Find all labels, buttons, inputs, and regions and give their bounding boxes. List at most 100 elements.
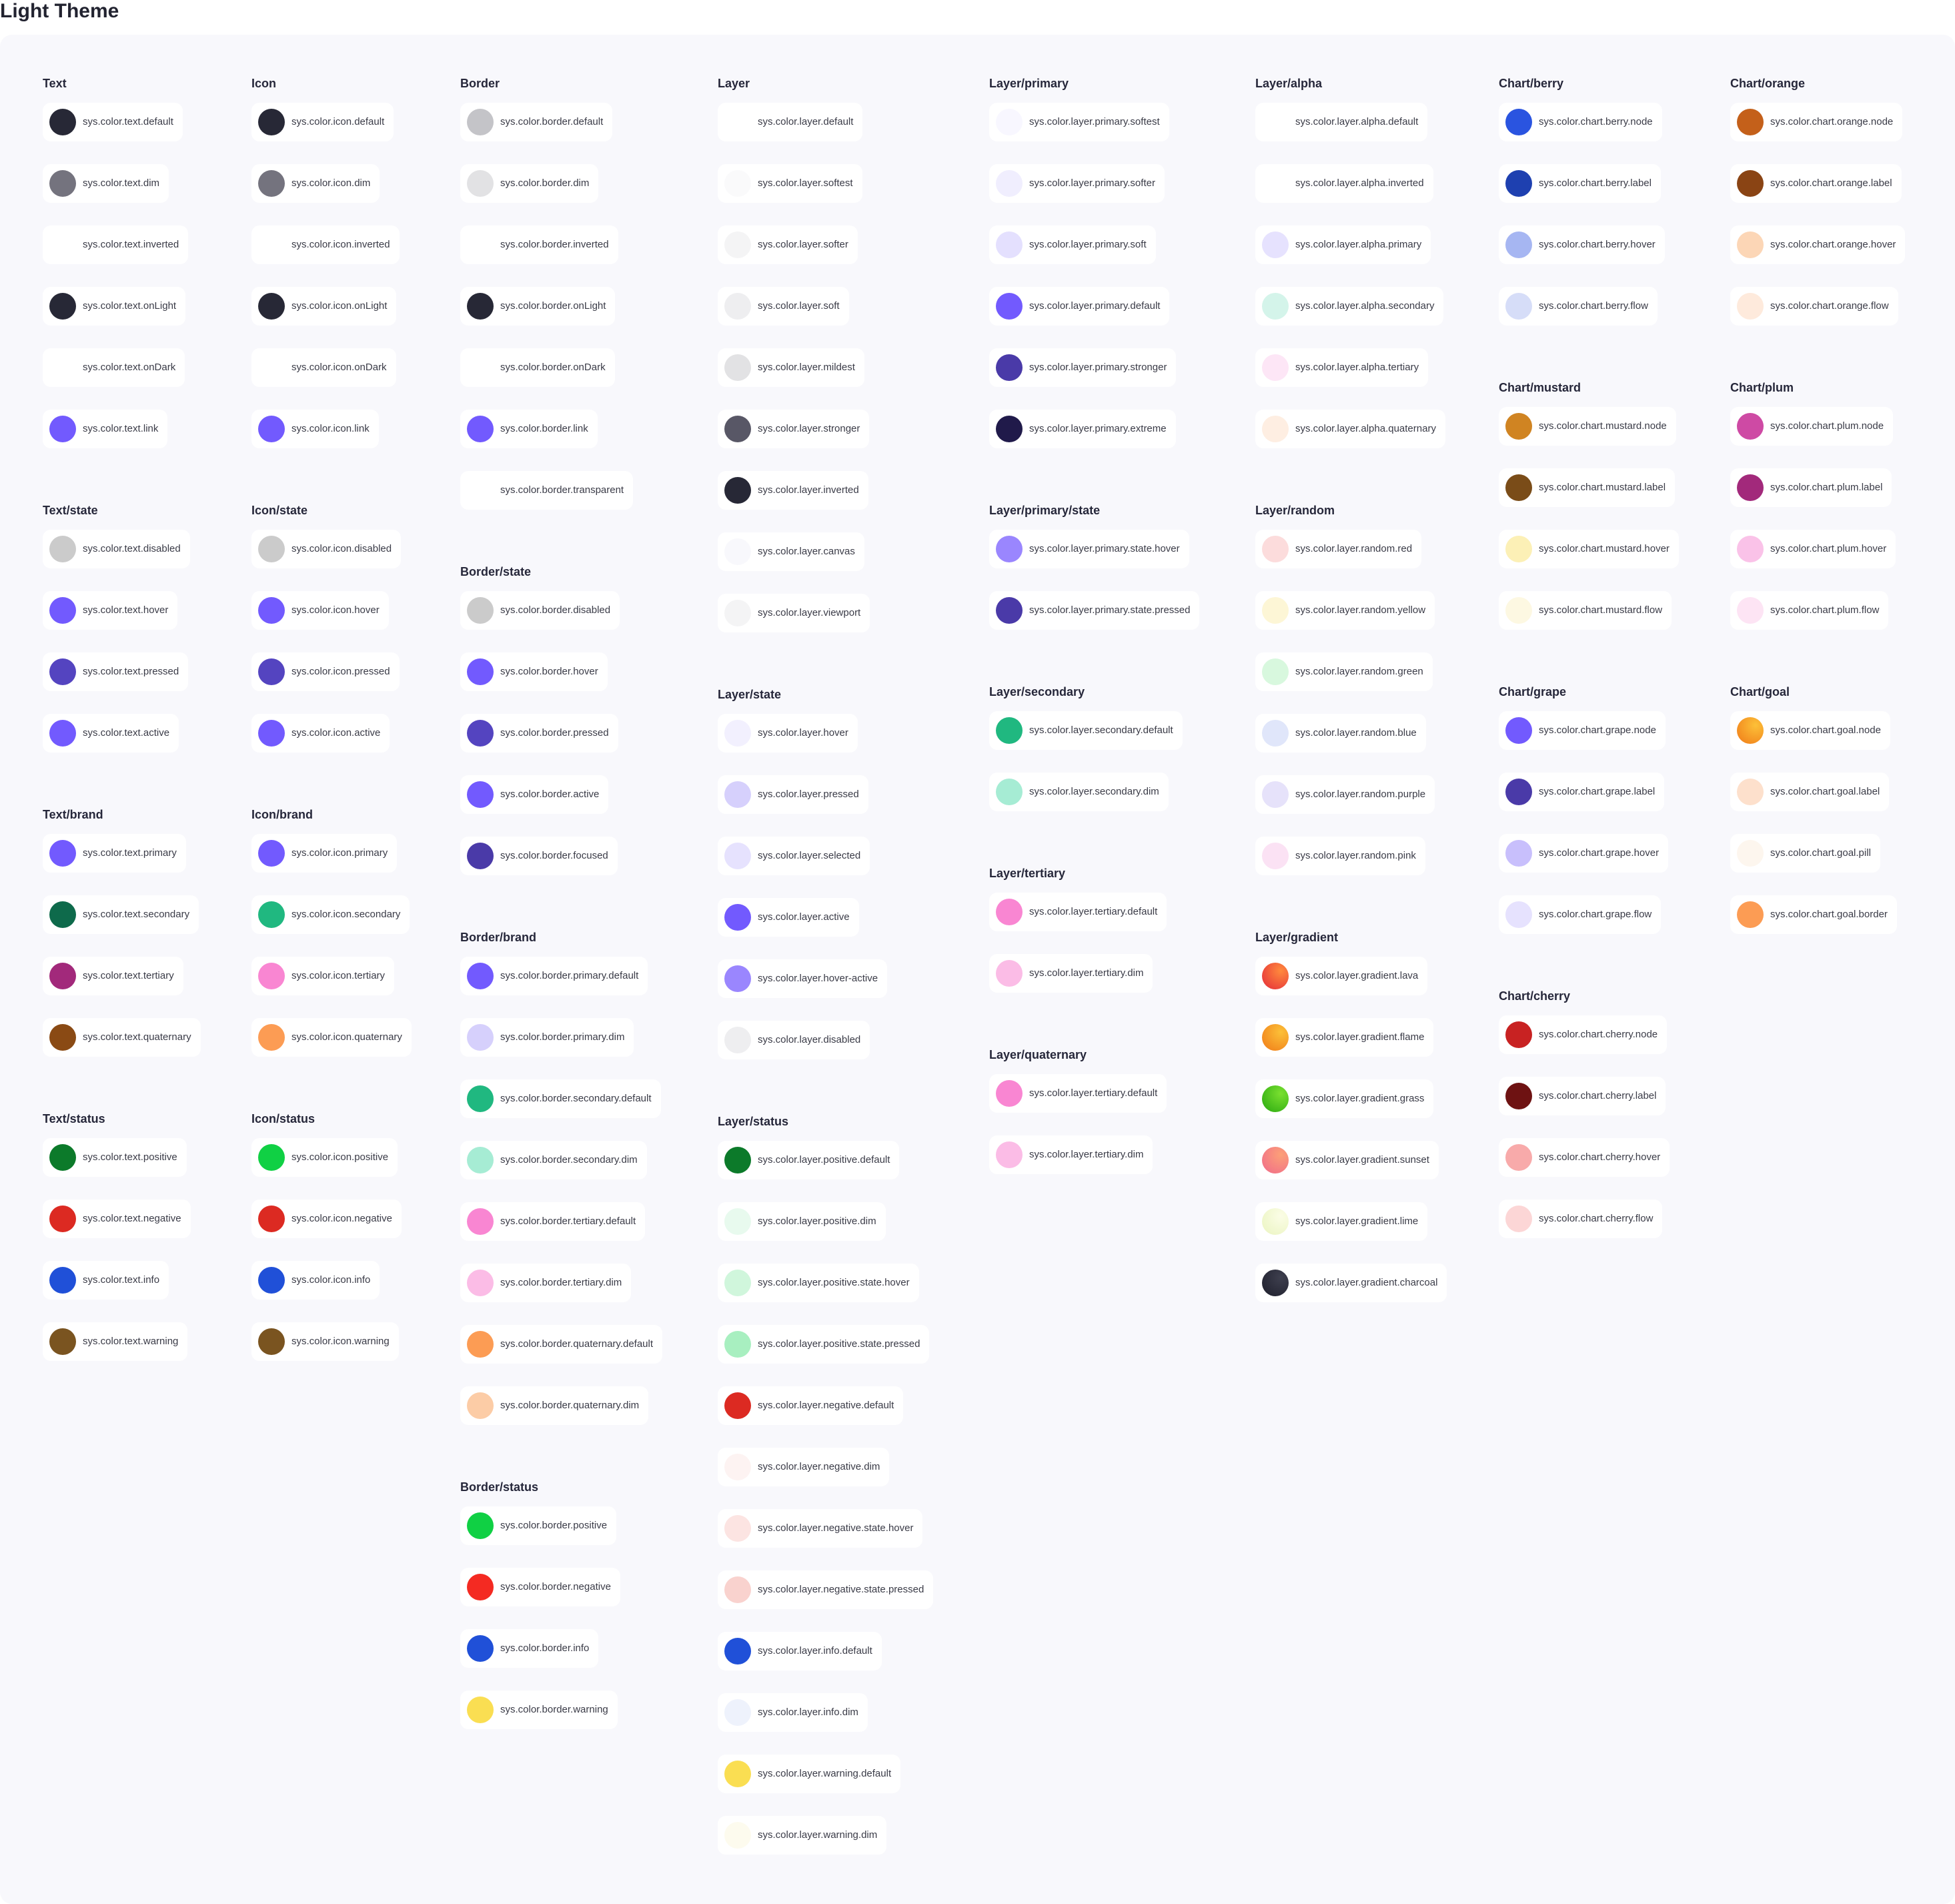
color-token[interactable]: sys.color.layer.random.purple <box>1255 775 1435 814</box>
color-token[interactable]: sys.color.icon.positive <box>251 1138 398 1177</box>
color-token[interactable]: sys.color.layer.disabled <box>718 1021 870 1059</box>
color-token[interactable]: sys.color.icon.pressed <box>251 652 400 691</box>
color-token[interactable]: sys.color.chart.berry.node <box>1499 103 1662 141</box>
color-token[interactable]: sys.color.border.link <box>460 410 598 448</box>
color-token[interactable]: sys.color.layer.soft <box>718 287 849 326</box>
color-token[interactable]: sys.color.chart.mustard.hover <box>1499 530 1679 568</box>
color-token[interactable]: sys.color.icon.active <box>251 714 390 753</box>
color-token[interactable]: sys.color.layer.primary.default <box>989 287 1170 326</box>
color-token[interactable]: sys.color.text.tertiary <box>43 957 183 995</box>
color-token[interactable]: sys.color.border.inverted <box>460 225 618 264</box>
color-token[interactable]: sys.color.layer.gradient.lava <box>1255 957 1428 995</box>
color-token[interactable]: sys.color.text.link <box>43 410 168 448</box>
color-token[interactable]: sys.color.border.quaternary.dim <box>460 1386 649 1425</box>
color-token[interactable]: sys.color.text.pressed <box>43 652 189 691</box>
color-token[interactable]: sys.color.layer.alpha.tertiary <box>1255 348 1429 387</box>
color-token[interactable]: sys.color.layer.default <box>718 103 863 141</box>
color-token[interactable]: sys.color.chart.plum.flow <box>1730 591 1889 630</box>
color-token[interactable]: sys.color.layer.info.default <box>718 1632 882 1671</box>
color-token[interactable]: sys.color.border.secondary.dim <box>460 1141 647 1179</box>
color-token[interactable]: sys.color.layer.gradient.sunset <box>1255 1141 1439 1179</box>
color-token[interactable]: sys.color.layer.primary.softest <box>989 103 1169 141</box>
color-token[interactable]: sys.color.text.active <box>43 714 179 753</box>
color-token[interactable]: sys.color.layer.random.blue <box>1255 714 1426 753</box>
color-token[interactable]: sys.color.layer.primary.state.hover <box>989 530 1189 568</box>
color-token[interactable]: sys.color.icon.onLight <box>251 287 397 326</box>
color-token[interactable]: sys.color.layer.softer <box>718 225 858 264</box>
color-token[interactable]: sys.color.chart.berry.flow <box>1499 287 1658 326</box>
color-token[interactable]: sys.color.chart.plum.node <box>1730 407 1894 446</box>
color-token[interactable]: sys.color.layer.primary.state.pressed <box>989 591 1200 630</box>
color-token[interactable]: sys.color.chart.grape.hover <box>1499 834 1669 873</box>
color-token[interactable]: sys.color.icon.dim <box>251 164 380 203</box>
color-token[interactable]: sys.color.layer.positive.dim <box>718 1202 886 1241</box>
color-token[interactable]: sys.color.icon.onDark <box>251 348 396 387</box>
color-token[interactable]: sys.color.layer.alpha.secondary <box>1255 287 1444 326</box>
color-token[interactable]: sys.color.layer.canvas <box>718 532 864 571</box>
color-token[interactable]: sys.color.layer.random.green <box>1255 652 1433 691</box>
color-token[interactable]: sys.color.text.hover <box>43 591 178 630</box>
color-token[interactable]: sys.color.layer.info.dim <box>718 1693 868 1732</box>
color-token[interactable]: sys.color.icon.tertiary <box>251 957 395 995</box>
color-token[interactable]: sys.color.layer.secondary.dim <box>989 773 1169 811</box>
color-token[interactable]: sys.color.border.active <box>460 775 609 814</box>
color-token[interactable]: sys.color.layer.stronger <box>718 410 870 448</box>
color-token[interactable]: sys.color.layer.negative.state.pressed <box>718 1570 934 1609</box>
color-token[interactable]: sys.color.layer.negative.state.hover <box>718 1509 923 1548</box>
color-token[interactable]: sys.color.icon.warning <box>251 1322 399 1361</box>
color-token[interactable]: sys.color.chart.berry.hover <box>1499 225 1665 264</box>
color-token[interactable]: sys.color.border.positive <box>460 1506 617 1545</box>
color-token[interactable]: sys.color.layer.primary.stronger <box>989 348 1177 387</box>
color-token[interactable]: sys.color.border.negative <box>460 1568 620 1606</box>
color-token[interactable]: sys.color.layer.primary.softer <box>989 164 1165 203</box>
color-token[interactable]: sys.color.chart.goal.border <box>1730 895 1897 934</box>
color-token[interactable]: sys.color.chart.orange.node <box>1730 103 1903 141</box>
color-token[interactable]: sys.color.layer.secondary.default <box>989 711 1183 750</box>
color-token[interactable]: sys.color.chart.cherry.node <box>1499 1015 1668 1054</box>
color-token[interactable]: sys.color.border.primary.dim <box>460 1018 634 1057</box>
color-token[interactable]: sys.color.border.pressed <box>460 714 618 753</box>
color-token[interactable]: sys.color.layer.positive.default <box>718 1141 900 1179</box>
color-token[interactable]: sys.color.layer.viewport <box>718 594 870 632</box>
color-token[interactable]: sys.color.layer.selected <box>718 837 870 875</box>
color-token[interactable]: sys.color.chart.cherry.label <box>1499 1077 1666 1115</box>
color-token[interactable]: sys.color.border.tertiary.dim <box>460 1264 632 1302</box>
color-token[interactable]: sys.color.icon.link <box>251 410 379 448</box>
color-token[interactable]: sys.color.layer.hover-active <box>718 959 888 998</box>
color-token[interactable]: sys.color.layer.random.pink <box>1255 837 1425 875</box>
color-token[interactable]: sys.color.layer.active <box>718 898 859 937</box>
color-token[interactable]: sys.color.chart.grape.label <box>1499 773 1665 811</box>
color-token[interactable]: sys.color.border.tertiary.default <box>460 1202 646 1241</box>
color-token[interactable]: sys.color.chart.orange.flow <box>1730 287 1898 326</box>
color-token[interactable]: sys.color.layer.positive.state.hover <box>718 1264 919 1302</box>
color-token[interactable]: sys.color.border.onLight <box>460 287 616 326</box>
color-token[interactable]: sys.color.border.onDark <box>460 348 615 387</box>
color-token[interactable]: sys.color.layer.alpha.default <box>1255 103 1428 141</box>
color-token[interactable]: sys.color.chart.grape.flow <box>1499 895 1662 934</box>
color-token[interactable]: sys.color.icon.default <box>251 103 394 141</box>
color-token[interactable]: sys.color.chart.mustard.node <box>1499 407 1676 446</box>
color-token[interactable]: sys.color.border.warning <box>460 1691 618 1729</box>
color-token[interactable]: sys.color.layer.positive.state.pressed <box>718 1325 930 1364</box>
color-token[interactable]: sys.color.layer.softest <box>718 164 862 203</box>
color-token[interactable]: sys.color.border.focused <box>460 837 618 875</box>
color-token[interactable]: sys.color.layer.tertiary.default <box>989 1074 1167 1113</box>
color-token[interactable]: sys.color.text.info <box>43 1261 169 1300</box>
color-token[interactable]: sys.color.layer.random.yellow <box>1255 591 1435 630</box>
color-token[interactable]: sys.color.layer.inverted <box>718 471 868 510</box>
color-token[interactable]: sys.color.chart.orange.hover <box>1730 225 1906 264</box>
color-token[interactable]: sys.color.layer.mildest <box>718 348 864 387</box>
color-token[interactable]: sys.color.layer.hover <box>718 714 858 753</box>
color-token[interactable]: sys.color.border.hover <box>460 652 608 691</box>
color-token[interactable]: sys.color.text.positive <box>43 1138 187 1177</box>
color-token[interactable]: sys.color.chart.plum.label <box>1730 468 1892 507</box>
color-token[interactable]: sys.color.layer.tertiary.default <box>989 893 1167 931</box>
color-token[interactable]: sys.color.layer.primary.soft <box>989 225 1156 264</box>
color-token[interactable]: sys.color.layer.warning.default <box>718 1755 901 1793</box>
color-token[interactable]: sys.color.border.dim <box>460 164 599 203</box>
color-token[interactable]: sys.color.text.disabled <box>43 530 190 568</box>
color-token[interactable]: sys.color.layer.random.red <box>1255 530 1422 568</box>
color-token[interactable]: sys.color.layer.tertiary.dim <box>989 1135 1153 1174</box>
color-token[interactable]: sys.color.icon.hover <box>251 591 389 630</box>
color-token[interactable]: sys.color.border.disabled <box>460 591 620 630</box>
